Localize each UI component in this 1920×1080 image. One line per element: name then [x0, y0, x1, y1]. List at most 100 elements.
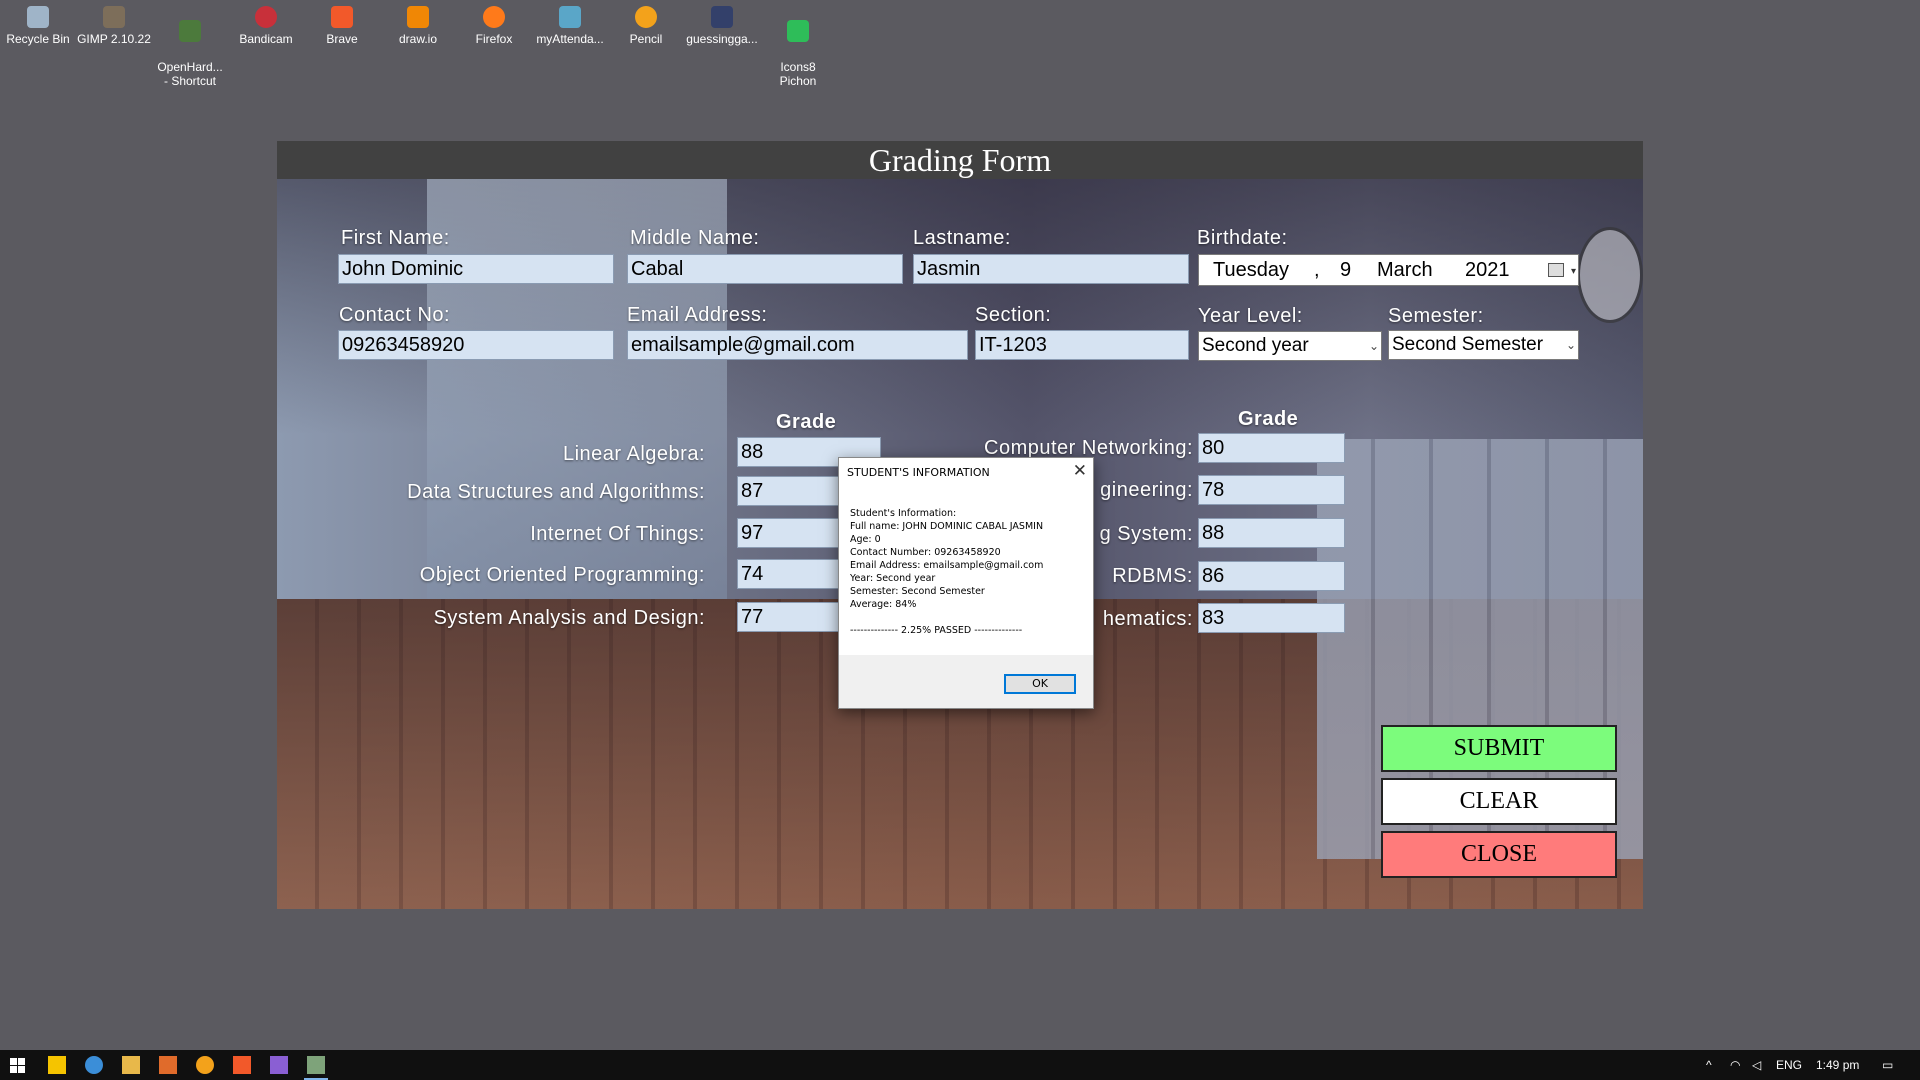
myattendance-icon	[559, 6, 581, 28]
grade-input-networking[interactable]: 80	[1198, 433, 1345, 463]
grade-input-mathematics[interactable]: 83	[1198, 603, 1345, 633]
desktop-icon-label: Recycle Bin	[6, 32, 70, 46]
wifi-icon[interactable]: ◠	[1730, 1058, 1740, 1072]
desktop-icon-label: Icons8 Pichon	[779, 60, 817, 88]
email-label: Email Address:	[627, 304, 768, 326]
desktop-icon-guessinggame[interactable]: guessingga...	[684, 6, 760, 46]
brave-icon[interactable]	[233, 1056, 251, 1074]
subject-label: System Analysis and Design:	[433, 607, 705, 629]
title-bar: Grading Form	[277, 141, 1643, 179]
file-explorer-icon[interactable]	[122, 1056, 140, 1074]
dialog-message: Student's Information: Full name: JOHN D…	[850, 507, 1043, 637]
desktop-icon-brave[interactable]: Brave	[304, 6, 380, 46]
birthdate-separator: ,	[1314, 259, 1320, 281]
dialog-line: Age: 0	[850, 534, 881, 545]
dialog-line: Year: Second year	[850, 573, 936, 584]
desktop-icon-pencil[interactable]: Pencil	[608, 6, 684, 46]
desktop-icon-drawio[interactable]: draw.io	[380, 6, 456, 46]
running-app-icon[interactable]	[307, 1056, 325, 1074]
gimp-icon	[103, 6, 125, 28]
year-level-select[interactable]: Second year ⌄	[1198, 331, 1382, 361]
desktop-icon-label: myAttenda...	[536, 32, 604, 46]
grade-input-engineering[interactable]: 78	[1198, 475, 1345, 505]
lastname-input[interactable]: Jasmin	[913, 254, 1189, 284]
desktop-icon-label: draw.io	[398, 32, 438, 46]
dialog-line: Email Address: emailsample@gmail.com	[850, 560, 1044, 571]
volume-icon[interactable]: ◁	[1752, 1058, 1761, 1072]
dialog-body: Student's Information: Full name: JOHN D…	[839, 491, 1093, 655]
subject-label: RDBMS:	[1112, 565, 1193, 587]
birthdate-day: 9	[1340, 259, 1352, 281]
language-indicator[interactable]: ENG	[1776, 1058, 1802, 1072]
desktop-icon-label: Firefox	[475, 32, 513, 46]
desktop-icon-openhardware[interactable]: OpenHard... - Shortcut	[152, 6, 228, 102]
drawio-icon	[407, 6, 429, 28]
grade-header-left: Grade	[776, 411, 837, 433]
birthdate-label: Birthdate:	[1197, 227, 1288, 249]
app-icon[interactable]	[196, 1056, 214, 1074]
grade-input-system[interactable]: 88	[1198, 518, 1345, 548]
calendar-icon[interactable]	[1548, 263, 1564, 277]
semester-select[interactable]: Second Semester ⌄	[1388, 330, 1579, 360]
grade-input-rdbms[interactable]: 86	[1198, 561, 1345, 591]
grade-header-right: Grade	[1238, 408, 1299, 430]
birthdate-weekday: Tuesday	[1213, 259, 1289, 281]
firefox-icon	[483, 6, 505, 28]
desktop-icon-label: OpenHard... - Shortcut	[157, 60, 223, 88]
semester-label: Semester:	[1388, 305, 1484, 327]
brave-icon	[331, 6, 353, 28]
bandicam-icon	[255, 6, 277, 28]
desktop-icon-label: Bandicam	[239, 32, 293, 46]
middle-name-input[interactable]: Cabal	[627, 254, 903, 284]
first-name-label: First Name:	[341, 227, 450, 249]
semester-value: Second Semester	[1392, 334, 1544, 355]
year-level-label: Year Level:	[1198, 305, 1303, 327]
dialog-line: -------------- 2.25% PASSED ------------…	[850, 625, 1023, 636]
desktop-icon-gimp[interactable]: GIMP 2.10.22	[76, 6, 152, 46]
year-level-value: Second year	[1202, 335, 1309, 356]
subject-label: Data Structures and Algorithms:	[407, 481, 705, 503]
contact-input[interactable]: 09263458920	[338, 330, 614, 360]
desktop-icon-label: guessingga...	[686, 32, 758, 46]
desktop-icon-myattendance[interactable]: myAttenda...	[532, 6, 608, 46]
desktop-icon-label: GIMP 2.10.22	[77, 32, 151, 46]
subject-label: hematics:	[1102, 608, 1193, 630]
birthdate-picker[interactable]: Tuesday , 9 March 2021 ▾	[1198, 254, 1579, 286]
section-label: Section:	[975, 304, 1052, 326]
clock[interactable]: 1:49 pm	[1816, 1058, 1859, 1072]
chevron-down-icon[interactable]: ⌄	[1369, 332, 1379, 360]
app-icon[interactable]	[85, 1056, 103, 1074]
subject-label: Object Oriented Programming:	[419, 564, 705, 586]
close-button[interactable]: CLOSE	[1381, 831, 1617, 878]
chevron-up-icon[interactable]: ^	[1706, 1058, 1712, 1072]
desktop-icon-recycle-bin[interactable]: Recycle Bin	[0, 6, 76, 46]
first-name-input[interactable]: John Dominic	[338, 254, 614, 284]
dialog-line	[850, 611, 1043, 624]
desktop-icon-firefox[interactable]: Firefox	[456, 6, 532, 46]
subject-label: Internet Of Things:	[530, 523, 705, 545]
chevron-down-icon[interactable]: ▾	[1571, 257, 1576, 287]
desktop-icon-icons8-pichon[interactable]: Icons8 Pichon	[760, 6, 836, 102]
middle-name-label: Middle Name:	[630, 227, 760, 249]
submit-button[interactable]: SUBMIT	[1381, 725, 1617, 772]
window-title: Grading Form	[868, 142, 1052, 178]
windows-start-icon[interactable]	[10, 1058, 25, 1073]
sticky-notes-icon[interactable]	[48, 1056, 66, 1074]
email-input[interactable]: emailsample@gmail.com	[627, 330, 968, 360]
birthdate-year: 2021	[1465, 259, 1510, 281]
clear-button[interactable]: CLEAR	[1381, 778, 1617, 825]
close-icon[interactable]: ✕	[1073, 461, 1087, 481]
visual-studio-icon[interactable]	[270, 1056, 288, 1074]
birthdate-month: March	[1377, 259, 1433, 281]
chevron-down-icon[interactable]: ⌄	[1566, 331, 1576, 359]
student-info-dialog: STUDENT'S INFORMATION ✕ Student's Inform…	[838, 457, 1094, 709]
desktop-icon-bandicam[interactable]: Bandicam	[228, 6, 304, 46]
taskbar: ^ ◠ ◁ ENG 1:49 pm ▭	[0, 1050, 1920, 1080]
notification-icon[interactable]: ▭	[1882, 1058, 1893, 1072]
section-input[interactable]: IT-1203	[975, 330, 1189, 360]
subject-label: gineering:	[1100, 479, 1193, 501]
dialog-line: Average: 84%	[850, 599, 917, 610]
contact-label: Contact No:	[339, 304, 451, 326]
ok-button[interactable]: OK	[1004, 674, 1076, 694]
app-icon[interactable]	[159, 1056, 177, 1074]
